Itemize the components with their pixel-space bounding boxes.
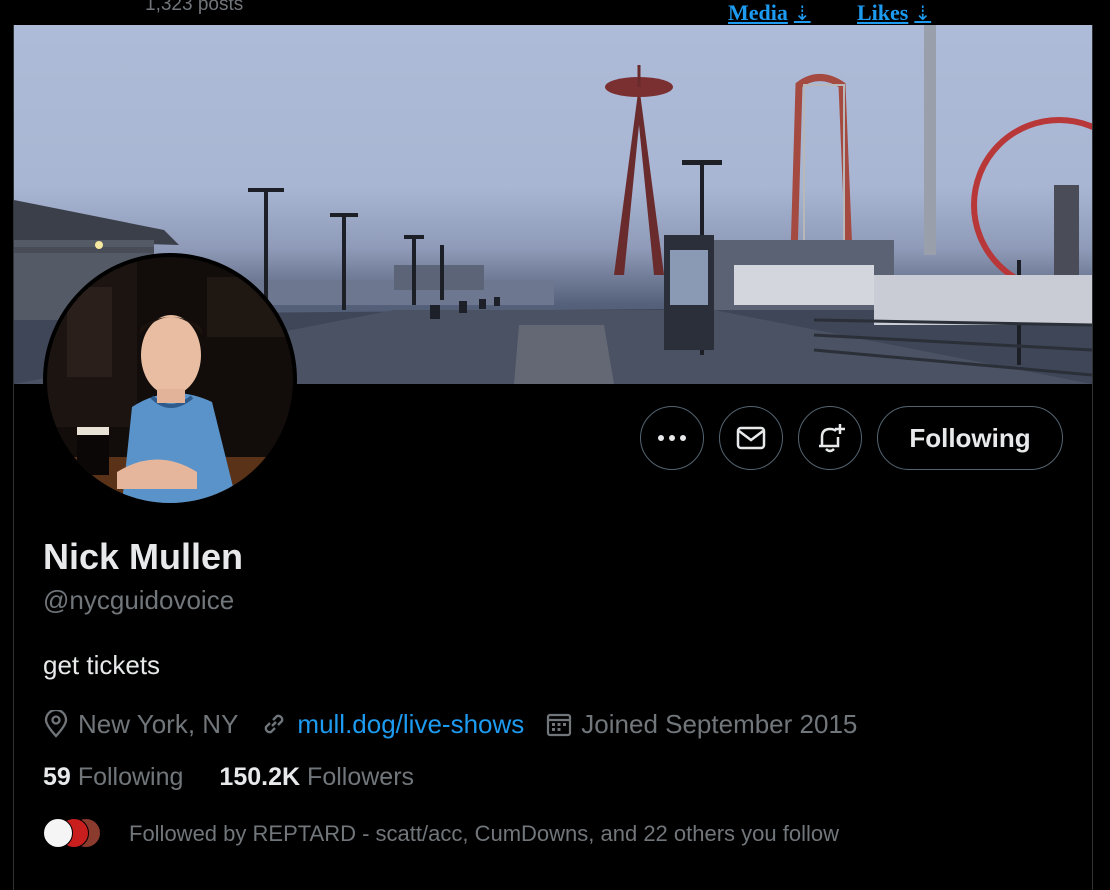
follow-stats: 59 Following 150.2K Followers (43, 763, 450, 792)
avatar (43, 818, 73, 848)
website-item: mull.dog/live-shows (260, 709, 524, 740)
profile-avatar[interactable] (43, 253, 297, 507)
top-bar: 1,323 posts Media ⇣ Likes ⇣ (0, 0, 1110, 25)
location-pin-icon (44, 710, 68, 738)
more-dots-icon (658, 435, 686, 441)
following-button[interactable]: Following (877, 406, 1063, 470)
tab-media-label: Media (728, 0, 788, 25)
followers-count: 150.2K (219, 763, 301, 791)
joined-text: Joined September 2015 (581, 708, 858, 739)
joined-item: Joined September 2015 (546, 709, 857, 740)
location-text: New York, NY (78, 708, 239, 739)
profile-meta: New York, NY mull.dog/live-shows Joined … (43, 706, 879, 742)
posts-count: 1,323 posts (145, 0, 244, 15)
arrow-down-icon: ⇣ (793, 1, 811, 25)
notify-button[interactable] (798, 406, 862, 470)
message-button[interactable] (719, 406, 783, 470)
more-button[interactable] (640, 406, 704, 470)
location-item: New York, NY (43, 709, 238, 740)
bell-plus-icon (819, 424, 845, 453)
avatar-image (47, 257, 293, 503)
mutual-avatars (43, 818, 107, 850)
website-link[interactable]: mull.dog/live-shows (297, 709, 524, 740)
link-icon (265, 714, 284, 734)
envelope-icon (736, 426, 766, 450)
user-handle: @nycguidovoice (43, 585, 235, 615)
following-label: Following (77, 763, 184, 791)
profile-bio: get tickets (43, 650, 161, 680)
following-stat[interactable]: 59 Following (43, 763, 183, 792)
followed-by-text: Followed by REPTARD - scatt/acc, CumDown… (129, 821, 839, 846)
calendar-icon (547, 713, 572, 737)
followed-by-row[interactable]: Followed by REPTARD - scatt/acc, CumDown… (43, 818, 839, 850)
followers-stat[interactable]: 150.2K Followers (219, 763, 414, 792)
tab-likes[interactable]: Likes ⇣ (857, 0, 931, 26)
tab-media[interactable]: Media ⇣ (728, 0, 811, 26)
followers-label: Followers (307, 763, 415, 791)
tab-likes-label: Likes (857, 0, 909, 25)
following-count: 59 (43, 763, 71, 791)
display-name: Nick Mullen (43, 536, 244, 577)
arrow-down-icon: ⇣ (914, 1, 932, 25)
